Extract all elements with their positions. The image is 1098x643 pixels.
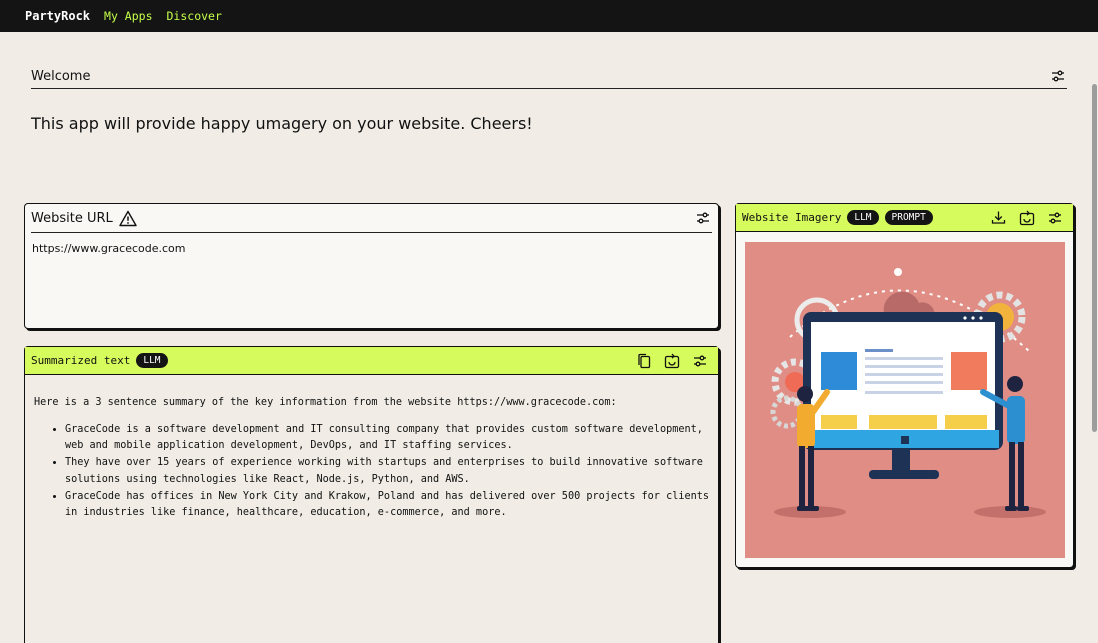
summary-list: GraceCode is a software development and … (65, 422, 709, 522)
website-imagery-header: Website Imagery LLM PROMPT (736, 204, 1073, 232)
page-scrollbar[interactable] (1092, 84, 1097, 432)
summary-content: Here is a 3 sentence summary of the key … (25, 375, 718, 542)
summarized-text-header: Summarized text LLM (25, 347, 718, 375)
summarized-text-title: Summarized text (31, 354, 131, 367)
sliders-icon[interactable] (1048, 67, 1067, 86)
warning-icon (119, 209, 138, 228)
welcome-title: Welcome (31, 68, 91, 84)
website-url-title: Website URL (31, 210, 113, 226)
summary-item: GraceCode has offices in New York City a… (65, 489, 709, 522)
sliders-icon[interactable] (693, 209, 712, 228)
summary-item: They have over 15 years of experience wo… (65, 455, 709, 488)
download-icon[interactable] (989, 208, 1008, 227)
llm-badge: LLM (136, 353, 168, 368)
welcome-header: Welcome (31, 64, 1067, 89)
website-imagery-title: Website Imagery (742, 211, 842, 224)
nav-link-my-apps[interactable]: My Apps (104, 9, 152, 23)
summary-intro: Here is a 3 sentence summary of the key … (34, 397, 617, 408)
summarized-text-widget: Summarized text LLM Here is a 3 sentence… (24, 346, 719, 643)
summary-item: GraceCode is a software development and … (65, 422, 709, 455)
top-nav: PartyRock My Apps Discover (0, 0, 1098, 32)
prompt-badge: PROMPT (884, 210, 933, 225)
website-imagery-widget: Website Imagery LLM PROMPT (735, 203, 1074, 568)
copy-icon[interactable] (634, 351, 653, 370)
website-url-input[interactable]: https://www.gracecode.com (25, 233, 718, 264)
brand-logo[interactable]: PartyRock (25, 9, 90, 23)
generated-website-illustration (745, 242, 1065, 558)
website-url-header: Website URL (31, 204, 712, 233)
website-url-widget: Website URL https://www.gracecode.com (24, 203, 719, 329)
regenerate-icon[interactable] (1017, 208, 1036, 227)
nav-link-discover[interactable]: Discover (167, 9, 222, 23)
sliders-icon[interactable] (1045, 208, 1064, 227)
sliders-icon[interactable] (690, 351, 709, 370)
app-description: This app will provide happy umagery on y… (31, 114, 533, 133)
llm-badge: LLM (847, 210, 879, 225)
regenerate-icon[interactable] (662, 351, 681, 370)
